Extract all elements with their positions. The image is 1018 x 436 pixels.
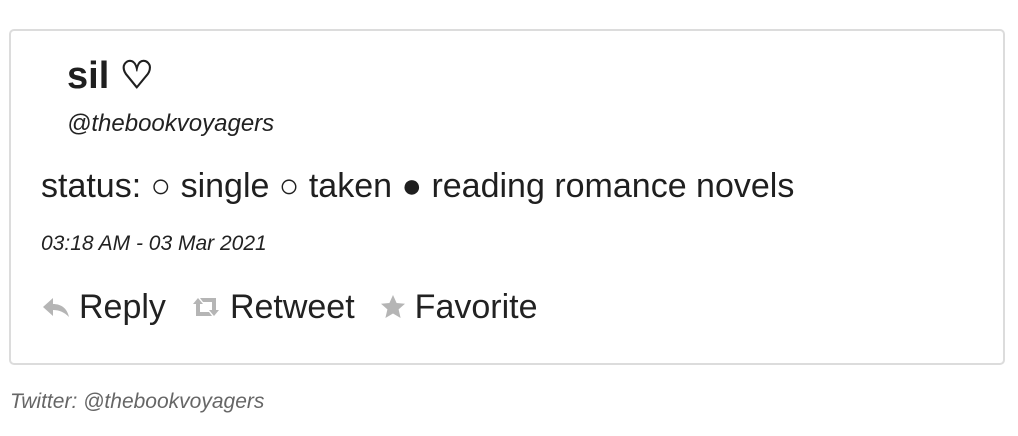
- reply-icon: [41, 295, 71, 319]
- tweet-card: sil ♡ @thebookvoyagers status: ○ single …: [9, 29, 1005, 365]
- source-credit: Twitter: @thebookvoyagers: [10, 390, 265, 413]
- reply-label: Reply: [79, 288, 166, 326]
- retweet-icon: [190, 295, 222, 319]
- reply-button[interactable]: Reply: [41, 285, 166, 329]
- tweet-timestamp[interactable]: 03:18 AM - 03 Mar 2021: [41, 230, 267, 258]
- favorite-label: Favorite: [414, 288, 538, 326]
- tweet-actions: Reply Retweet Favorite: [41, 285, 562, 329]
- retweet-button[interactable]: Retweet: [190, 285, 355, 329]
- favorite-button[interactable]: Favorite: [379, 285, 538, 329]
- user-handle[interactable]: @thebookvoyagers: [67, 109, 274, 139]
- retweet-label: Retweet: [229, 288, 355, 326]
- tweet-text: status: ○ single ○ taken ● reading roman…: [41, 167, 795, 205]
- display-name[interactable]: sil ♡: [67, 53, 154, 99]
- star-icon: [379, 293, 407, 321]
